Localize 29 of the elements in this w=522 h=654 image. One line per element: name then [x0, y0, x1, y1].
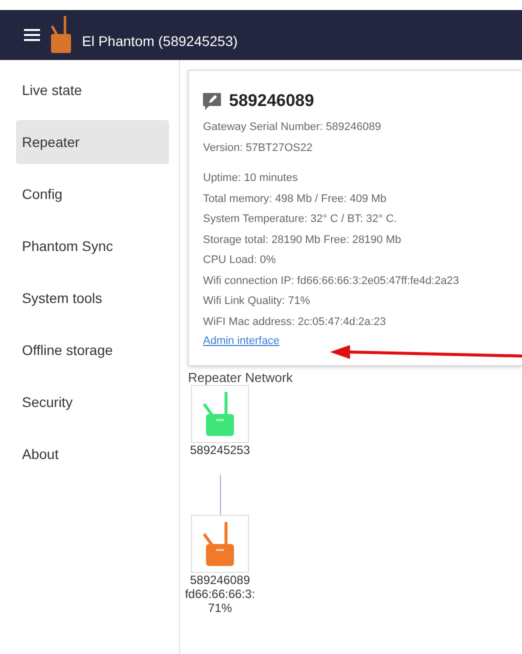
sidebar-item[interactable]: Repeater — [16, 120, 169, 164]
stat-line: Uptime: 10 minutes — [203, 171, 299, 186]
app-title: El Phantom (589245253) — [82, 33, 238, 49]
sidebar-item[interactable]: System tools — [16, 276, 169, 320]
stat-line: WiFI Mac address: 2c:05:47:4d:2a:23 — [203, 314, 387, 330]
info-line: Version: 57BT27OS22 — [203, 140, 314, 156]
stat-line: Total memory: 498 Mb / Free: 409 Mb — [203, 192, 388, 206]
admin-link[interactable]: Admin interface — [203, 332, 280, 351]
stat-line: System Temperature: 32° C / BT: 32° C. — [203, 212, 398, 227]
sidebar-item[interactable]: Security — [16, 380, 169, 424]
node-label: fd66:66:66:3: — [184, 587, 256, 601]
node-label: 71% — [208, 601, 232, 615]
sidebar-item[interactable]: Offline storage — [16, 328, 169, 372]
stat-line: Storage total: 28190 Mb Free: 28190 Mb — [203, 232, 402, 248]
sidebar-item[interactable]: Live state — [16, 68, 169, 112]
stat-line: Wifi connection IP: fd66:66:66:3:2e05:47ff:fe4d:2a23 — [203, 274, 460, 288]
gateway-title: 589246089 — [229, 91, 314, 111]
node-label: 589245253 — [190, 443, 250, 457]
repeater-logo-icon — [50, 16, 72, 54]
message-edit-icon — [203, 92, 221, 110]
info-line: Gateway Serial Number: 589246089 — [203, 120, 382, 135]
stat-line: CPU Load: 0% — [203, 253, 277, 268]
sidebar-item[interactable]: Config — [16, 172, 169, 216]
sidebar-item[interactable]: About — [16, 432, 169, 476]
sidebar-item[interactable]: Phantom Sync — [16, 224, 169, 268]
stat-line: Wifi Link Quality: 71% — [203, 294, 311, 309]
network-title: Repeater Network — [188, 370, 293, 385]
node-label: 589246089 — [190, 573, 250, 587]
menu-icon[interactable] — [24, 29, 40, 41]
